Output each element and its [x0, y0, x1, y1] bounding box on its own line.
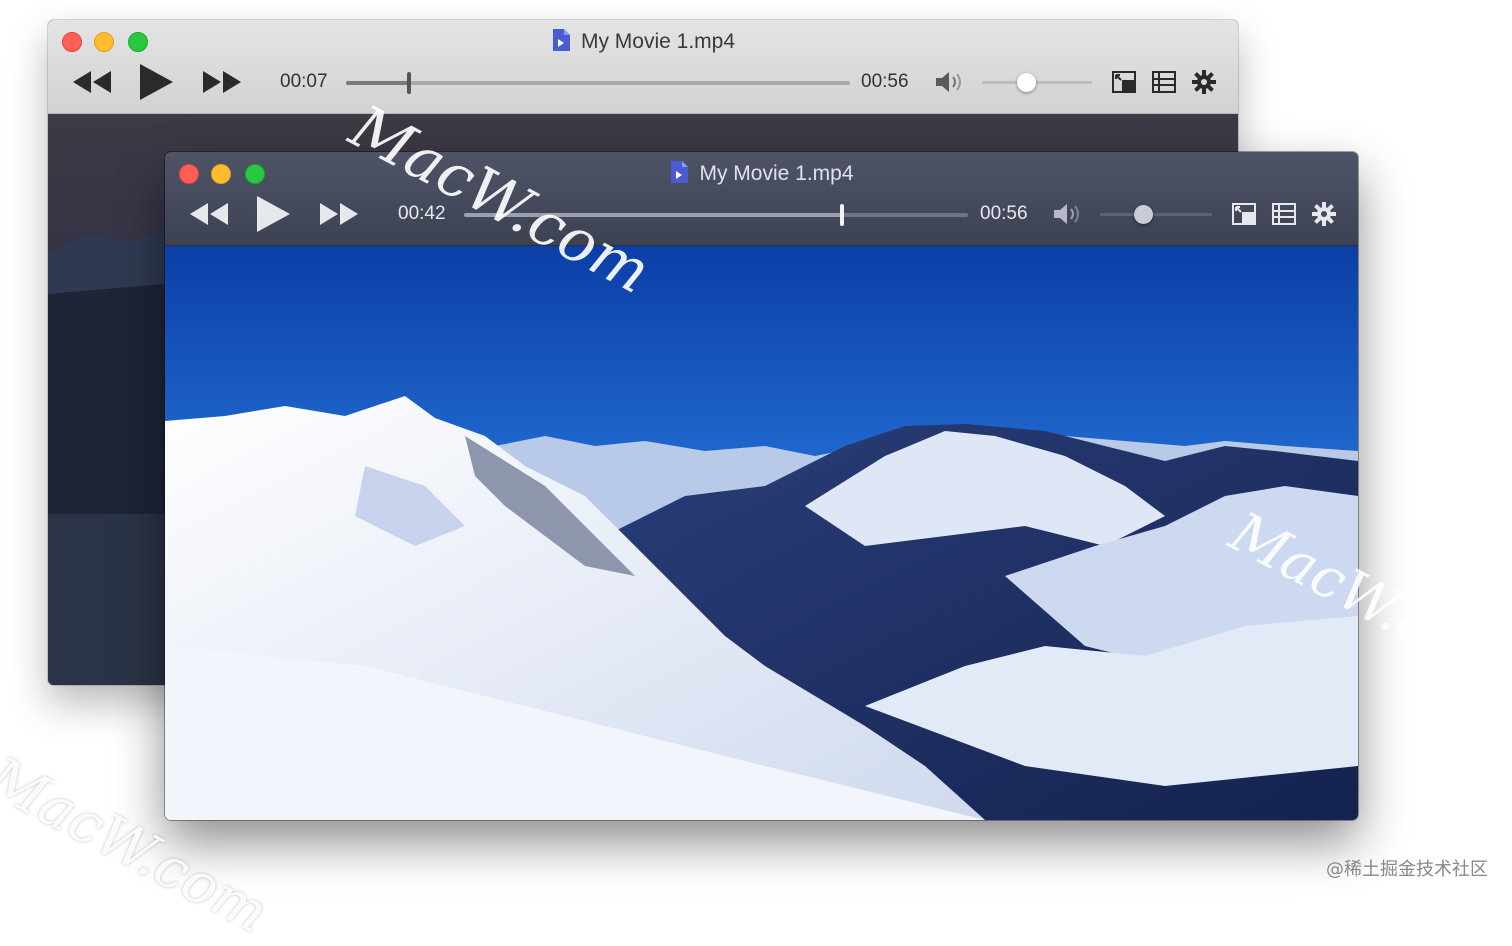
fast-forward-icon [203, 71, 241, 93]
duration: 00:56 [861, 71, 909, 92]
video-area[interactable] [165, 246, 1358, 820]
seek-bar-progress [464, 213, 842, 217]
front-toolbar: My Movie 1.mp4 00:42 00:56 [165, 152, 1358, 246]
playlist-icon [1272, 203, 1296, 225]
back-toolbar: My Movie 1.mp4 00:07 00:56 [48, 20, 1238, 114]
volume-slider[interactable] [982, 73, 1092, 92]
speaker-icon [1054, 204, 1079, 224]
seek-bar-progress [346, 81, 409, 85]
rewind-icon [73, 71, 111, 93]
playlist-icon [1152, 71, 1176, 93]
seek-playhead[interactable] [840, 204, 844, 226]
play-button[interactable] [136, 62, 176, 102]
seek-bar[interactable] [346, 72, 850, 94]
gear-icon [1192, 70, 1216, 94]
picture-in-picture-icon [1112, 71, 1136, 93]
front-player-window[interactable]: My Movie 1.mp4 00:42 00:56 [165, 152, 1358, 820]
rewind-icon [190, 203, 228, 225]
fast-forward-button[interactable] [317, 196, 361, 232]
video-file-icon [671, 161, 689, 183]
playlist-button[interactable] [1270, 200, 1298, 228]
picture-in-picture-icon [1232, 203, 1256, 225]
volume-button[interactable] [932, 66, 968, 98]
current-time: 00:07 [280, 71, 328, 92]
video-frame-snowy-mountains [165, 246, 1358, 820]
window-title: My Movie 1.mp4 [165, 160, 1358, 187]
window-title-text: My Movie 1.mp4 [699, 162, 854, 185]
pip-button[interactable] [1110, 68, 1138, 96]
volume-knob[interactable] [1133, 205, 1153, 224]
play-button[interactable] [253, 194, 293, 234]
duration: 00:56 [980, 203, 1028, 224]
volume-button[interactable] [1050, 198, 1086, 230]
volume-slider[interactable] [1100, 205, 1212, 224]
seek-bar[interactable] [464, 204, 968, 226]
video-file-icon [552, 29, 570, 51]
seek-playhead[interactable] [407, 72, 411, 94]
speaker-icon [936, 72, 961, 92]
current-time: 00:42 [398, 203, 446, 224]
rewind-button[interactable] [70, 64, 114, 100]
fast-forward-icon [320, 203, 358, 225]
credit-text: @稀土掘金技术社区 [1326, 859, 1488, 880]
volume-knob[interactable] [1017, 73, 1036, 92]
rewind-button[interactable] [187, 196, 231, 232]
fast-forward-button[interactable] [200, 64, 244, 100]
gear-icon [1312, 202, 1336, 226]
play-icon [257, 196, 290, 232]
play-icon [140, 64, 173, 100]
window-title-text: My Movie 1.mp4 [580, 30, 736, 53]
window-title: My Movie 1.mp4 [48, 28, 1238, 55]
pip-button[interactable] [1230, 200, 1258, 228]
settings-button[interactable] [1310, 200, 1338, 228]
playlist-button[interactable] [1150, 68, 1178, 96]
settings-button[interactable] [1190, 68, 1218, 96]
